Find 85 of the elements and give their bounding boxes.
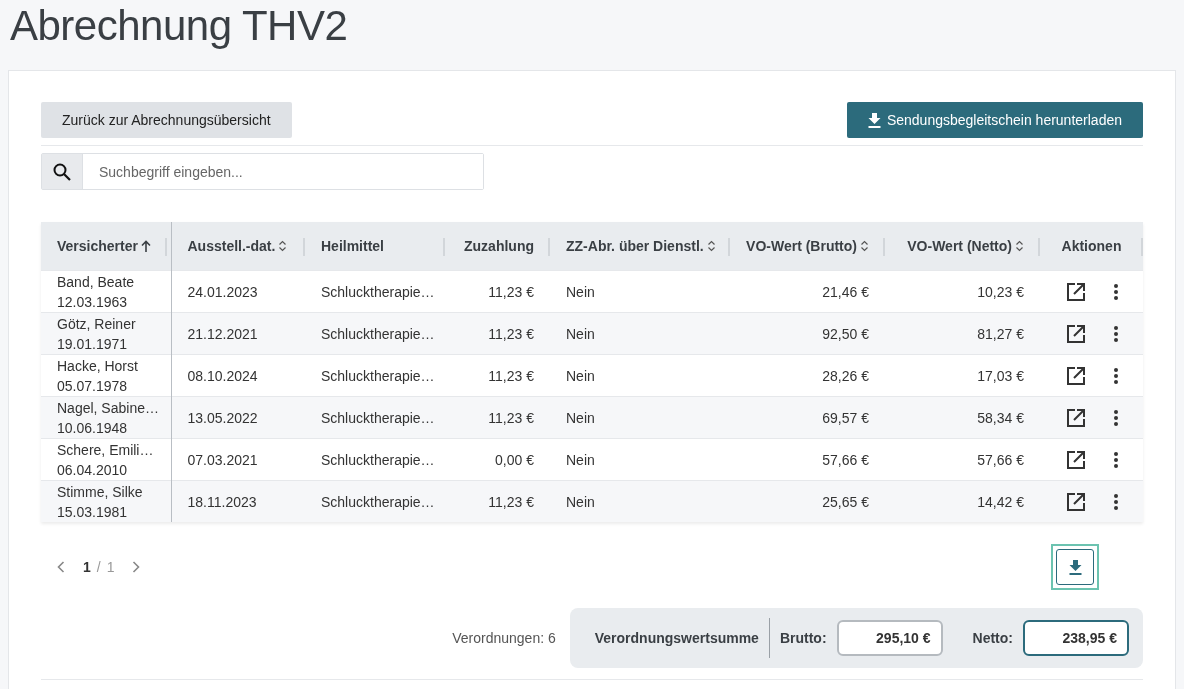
search-field[interactable]: Suchbegriff eingeben... bbox=[41, 153, 484, 190]
totals-label: Verordnungswertsumme bbox=[594, 618, 770, 658]
table-cell: 13.05.2022 bbox=[187, 409, 258, 426]
column-header: Aktionen bbox=[1061, 238, 1122, 254]
table-cell: 21.12.2021 bbox=[187, 325, 258, 342]
table-cell: 07.03.2021 bbox=[187, 451, 258, 468]
column-header: Ausstell.-dat. bbox=[187, 238, 276, 254]
more-options-icon[interactable] bbox=[1113, 493, 1118, 510]
table-cell: Nein bbox=[566, 367, 595, 384]
table-cell: 28,26 € bbox=[822, 367, 869, 384]
table-cell: 11,23 € bbox=[488, 493, 534, 510]
table-cell: 24.01.2023 bbox=[187, 283, 258, 300]
more-options-icon[interactable] bbox=[1113, 367, 1118, 384]
sort-icon[interactable] bbox=[278, 240, 288, 252]
open-external-icon[interactable] bbox=[1065, 365, 1086, 386]
open-external-icon[interactable] bbox=[1065, 449, 1086, 470]
table-cell: Schlucktherapie… bbox=[321, 451, 435, 468]
open-external-icon[interactable] bbox=[1065, 323, 1086, 344]
total-field: 295,10 € bbox=[836, 620, 943, 656]
column-header: VO-Wert (Netto) bbox=[907, 238, 1012, 254]
table-cell: 57,66 € bbox=[977, 451, 1024, 468]
more-options-icon[interactable] bbox=[1113, 283, 1118, 300]
column-header: VO-Wert (Brutto) bbox=[746, 238, 857, 254]
total-field: 238,95 € bbox=[1023, 620, 1129, 656]
table-cell: 18.11.2023 bbox=[187, 493, 257, 510]
download-icon bbox=[1068, 559, 1082, 575]
table-cell: 08.10.2024 bbox=[187, 367, 258, 384]
previous-page-icon[interactable] bbox=[57, 561, 65, 573]
table-cell: Nein bbox=[566, 283, 595, 300]
table-cell: 58,34 € bbox=[977, 409, 1024, 426]
table-cell-text: Schere, Emili… 06.04.2010 bbox=[57, 440, 155, 480]
sort-icon[interactable] bbox=[860, 240, 869, 252]
more-options-icon[interactable] bbox=[1113, 409, 1118, 426]
table-cell: 11,23 € bbox=[488, 325, 534, 342]
table-cell: Nein bbox=[566, 451, 595, 468]
table-cell: 69,57 € bbox=[822, 409, 869, 426]
back-button[interactable]: Zurück zur Abrechnungsübersicht bbox=[41, 102, 292, 138]
table-cell: 11,23 € bbox=[488, 283, 534, 300]
table-cell-text: Götz, Reiner 19.01.1971 bbox=[57, 314, 137, 354]
table-cell-text: Band, Beate 12.03.1963 bbox=[57, 272, 136, 312]
table-cell-text: Nagel, Sabine… 10.06.1948 bbox=[57, 398, 155, 438]
table-cell: Schlucktherapie… bbox=[321, 325, 435, 342]
table-cell: 17,03 € bbox=[977, 367, 1024, 384]
table-cell: 10,23 € bbox=[977, 283, 1024, 300]
column-header: ZZ-Abr. über Dienstl. bbox=[566, 238, 704, 254]
sort-ascending-icon[interactable] bbox=[140, 239, 151, 253]
table-cell: 81,27 € bbox=[977, 325, 1024, 342]
total-label: Netto: bbox=[972, 630, 1013, 646]
sort-icon[interactable] bbox=[706, 240, 716, 252]
table-cell: 0,00 € bbox=[495, 451, 534, 468]
sort-icon[interactable] bbox=[1015, 240, 1024, 252]
more-options-icon[interactable] bbox=[1113, 325, 1118, 342]
total-label: Brutto: bbox=[779, 630, 827, 646]
current-page: 1 bbox=[83, 559, 91, 575]
open-external-icon[interactable] bbox=[1065, 407, 1086, 428]
table-cell: Nein bbox=[566, 493, 595, 510]
table-cell: 11,23 € bbox=[488, 367, 534, 384]
page-separator: / bbox=[96, 559, 101, 575]
open-external-icon[interactable] bbox=[1065, 491, 1086, 512]
table-cell: Schlucktherapie… bbox=[321, 409, 435, 426]
download-icon bbox=[867, 112, 881, 128]
more-options-icon[interactable] bbox=[1113, 451, 1118, 468]
page-title: Abrechnung THV2 bbox=[9, 1, 349, 51]
prescription-count: Verordnungen: 6 bbox=[452, 630, 556, 646]
column-header: Versicherter bbox=[57, 238, 138, 254]
table-cell: Nein bbox=[566, 325, 595, 342]
table-cell: 21,46 € bbox=[822, 283, 869, 300]
open-external-icon[interactable] bbox=[1065, 281, 1086, 302]
table-cell: 92,50 € bbox=[822, 325, 869, 342]
table-cell: 25,65 € bbox=[822, 493, 869, 510]
table-cell-text: Stimme, Silke 15.03.1981 bbox=[57, 482, 144, 522]
table-cell: Schlucktherapie… bbox=[321, 367, 435, 384]
column-header: Zuzahlung bbox=[464, 238, 534, 254]
table-cell: Nein bbox=[566, 409, 595, 426]
table-cell: 11,23 € bbox=[488, 409, 534, 426]
next-page-icon[interactable] bbox=[132, 561, 141, 573]
table-cell: 14,42 € bbox=[977, 493, 1024, 510]
search-icon bbox=[53, 162, 71, 181]
table-cell: Schlucktherapie… bbox=[321, 493, 435, 510]
table-cell-text: Hacke, Horst 05.07.1978 bbox=[57, 356, 139, 396]
total-pages: 1 bbox=[106, 559, 115, 575]
table-cell: 57,66 € bbox=[822, 451, 869, 468]
table-cell: Schlucktherapie… bbox=[321, 283, 435, 300]
download-button[interactable]: Sendungsbegleitschein herunterladen bbox=[846, 102, 1143, 138]
column-header: Heilmittel bbox=[321, 238, 384, 254]
